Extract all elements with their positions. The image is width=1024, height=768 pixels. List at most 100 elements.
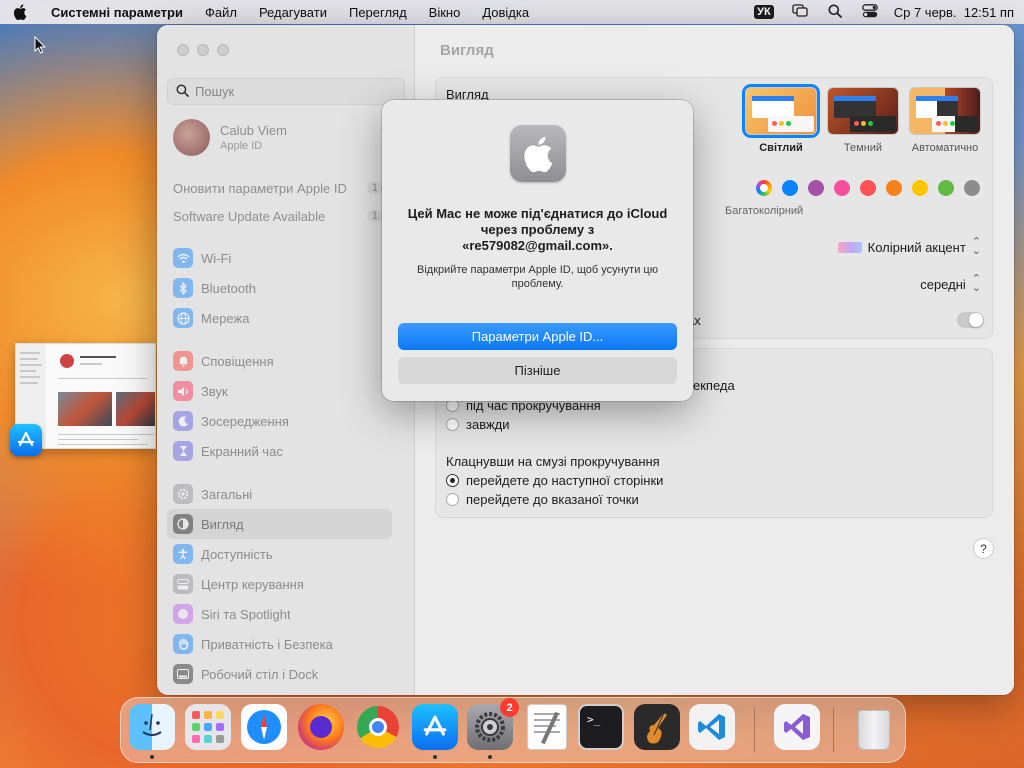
sidebar-item-label: Загальні <box>201 486 253 502</box>
apple-id-account[interactable]: Calub Viem Apple ID <box>173 119 287 156</box>
zoom-button[interactable] <box>217 44 229 56</box>
spotlight-search-icon[interactable] <box>828 4 842 21</box>
dialog-message: Відкрийте параметри Apple ID, щоб усунут… <box>417 264 658 290</box>
sidebar-item-label: Зосередження <box>201 413 289 429</box>
theme-label: Світлий <box>759 142 803 154</box>
notification-badge: 2 <box>500 698 519 717</box>
accent-color-swatch[interactable] <box>912 180 928 196</box>
trash-icon <box>854 704 894 750</box>
siri-icon <box>173 604 193 624</box>
sidebar-item-label: Wi-Fi <box>201 250 232 266</box>
menu-file[interactable]: Файл <box>194 5 248 20</box>
apple-menu-icon[interactable] <box>0 4 40 20</box>
notice-count-badge: 1 <box>366 182 383 194</box>
sidebar-item-siri[interactable]: Siri та Spotlight <box>167 599 392 629</box>
radio-button[interactable] <box>446 418 459 431</box>
dock-icon <box>173 664 193 684</box>
visualstudio-icon <box>774 704 820 750</box>
search-placeholder: Пошук <box>195 84 235 99</box>
app-store-float-icon[interactable] <box>10 424 42 456</box>
sidebar-item-software-update[interactable]: Software Update Available 1 <box>173 205 383 227</box>
dock-garageband-button[interactable] <box>634 704 680 750</box>
sidebar-item-hand[interactable]: Приватність і Безпека <box>167 629 392 659</box>
help-button[interactable]: ? <box>973 538 994 559</box>
dock-settings-button[interactable]: 2 <box>467 698 519 750</box>
theme-light[interactable]: Світлий <box>745 87 817 154</box>
sidebar-icon-size-popup[interactable]: середні ⌃ ⌄ <box>920 274 981 294</box>
sidebar-item-wifi[interactable]: Wi-Fi <box>167 243 392 273</box>
click-jump-to-spot[interactable]: перейдете до вказаної точки <box>446 492 639 507</box>
screen-mirroring-icon[interactable] <box>792 4 808 20</box>
dock-vscode-button[interactable] <box>689 704 735 750</box>
control-center-icon[interactable] <box>861 3 878 21</box>
dock-safari-button[interactable] <box>241 704 287 750</box>
highlight-color-value: Колірний акцент <box>867 239 966 255</box>
running-indicator <box>488 755 492 759</box>
menu-view[interactable]: Перегляд <box>338 5 418 20</box>
radio-button-selected[interactable] <box>446 474 459 487</box>
sidebar-item-bluetooth[interactable]: Bluetooth <box>167 273 392 303</box>
sidebar-item-accessibility[interactable]: Доступність <box>167 539 392 569</box>
close-button[interactable] <box>177 44 189 56</box>
moon-icon <box>173 411 193 431</box>
sidebar-item-dock[interactable]: Робочий стіл і Dock <box>167 659 392 689</box>
accent-color-swatch[interactable] <box>886 180 902 196</box>
dock-launchpad-button[interactable] <box>185 704 231 750</box>
accent-color-swatch[interactable] <box>860 180 876 196</box>
sidebar-nav-group1: Wi-Fi Bluetooth Мережа <box>167 243 392 333</box>
accent-color-picker <box>756 180 980 196</box>
accent-color-swatch[interactable] <box>808 180 824 196</box>
accent-color-swatch[interactable] <box>938 180 954 196</box>
accent-multicolor-swatch[interactable] <box>756 180 772 196</box>
keyboard-layout-indicator[interactable]: УК <box>754 5 774 19</box>
sidebar-item-hourglass[interactable]: Екранний час <box>167 436 392 466</box>
scroll-show-option-partial: екпеда <box>693 378 735 393</box>
sidebar-item-speaker[interactable]: Звук <box>167 376 392 406</box>
sidebar-item-globe[interactable]: Мережа <box>167 303 392 333</box>
highlight-color-popup[interactable]: Колірний акцент ⌃ ⌄ <box>837 237 981 257</box>
apple-id-settings-button[interactable]: Параметри Apple ID... <box>398 323 677 350</box>
theme-dark[interactable]: Темний <box>827 87 899 154</box>
sidebar-item-label: Сповіщення <box>201 353 274 369</box>
menu-app-name[interactable]: Системні параметри <box>40 5 194 20</box>
accent-color-swatch[interactable] <box>834 180 850 196</box>
radio-button[interactable] <box>446 493 459 506</box>
click-scrollbar-label: Клацнувши на смузі прокручування <box>446 454 660 469</box>
dock-finder-button[interactable] <box>129 704 175 750</box>
accessibility-icon <box>173 544 193 564</box>
notice-label: Software Update Available <box>173 208 326 224</box>
sidebar-nav-group3: Загальні Вигляд Доступність Центр керування… <box>167 479 392 689</box>
menu-window[interactable]: Вікно <box>418 5 472 20</box>
sidebar-item-apple-id-update[interactable]: Оновити параметри Apple ID 1 <box>173 177 383 199</box>
sidebar-item-control-center[interactable]: Центр керування <box>167 569 392 599</box>
sidebar-item-appearance[interactable]: Вигляд <box>167 509 392 539</box>
sidebar-item-moon[interactable]: Зосередження <box>167 406 392 436</box>
dock-appstore-button[interactable] <box>412 704 458 750</box>
sidebar-item-bell[interactable]: Сповіщення <box>167 346 392 376</box>
sidebar-nav-group2: Сповіщення Звук Зосередження Екранний час <box>167 346 392 466</box>
dock-trash-button[interactable] <box>851 704 897 750</box>
dock-textedit-button[interactable] <box>524 704 570 750</box>
click-jump-next-page[interactable]: перейдете до наступної сторінки <box>446 473 663 488</box>
wallpaper-tinting-toggle[interactable] <box>957 312 984 328</box>
sidebar-item-label: Звук <box>201 383 228 399</box>
accent-color-swatch[interactable] <box>782 180 798 196</box>
mouse-pointer-icon <box>34 35 46 57</box>
theme-auto[interactable]: Автоматично <box>909 87 981 154</box>
dock-visualstudio-button[interactable] <box>774 704 820 750</box>
search-field[interactable]: Пошук <box>167 78 405 105</box>
highlight-swatch <box>837 241 862 253</box>
dock-terminal-button[interactable]: >_ <box>578 704 624 750</box>
dock-firefox-button[interactable] <box>298 704 344 750</box>
safari-icon <box>241 704 287 750</box>
minimize-button[interactable] <box>197 44 209 56</box>
accent-color-swatch[interactable] <box>964 180 980 196</box>
menu-help[interactable]: Довідка <box>471 5 540 20</box>
later-button[interactable]: Пізніше <box>398 357 677 384</box>
dock-chrome-button[interactable] <box>355 704 401 750</box>
menu-clock[interactable]: Ср 7 черв. 12:51 пп <box>894 5 1014 20</box>
garageband-icon <box>634 704 680 750</box>
menu-edit[interactable]: Редагувати <box>248 5 338 20</box>
sidebar-item-gear[interactable]: Загальні <box>167 479 392 509</box>
scroll-show-always[interactable]: завжди <box>446 417 510 432</box>
